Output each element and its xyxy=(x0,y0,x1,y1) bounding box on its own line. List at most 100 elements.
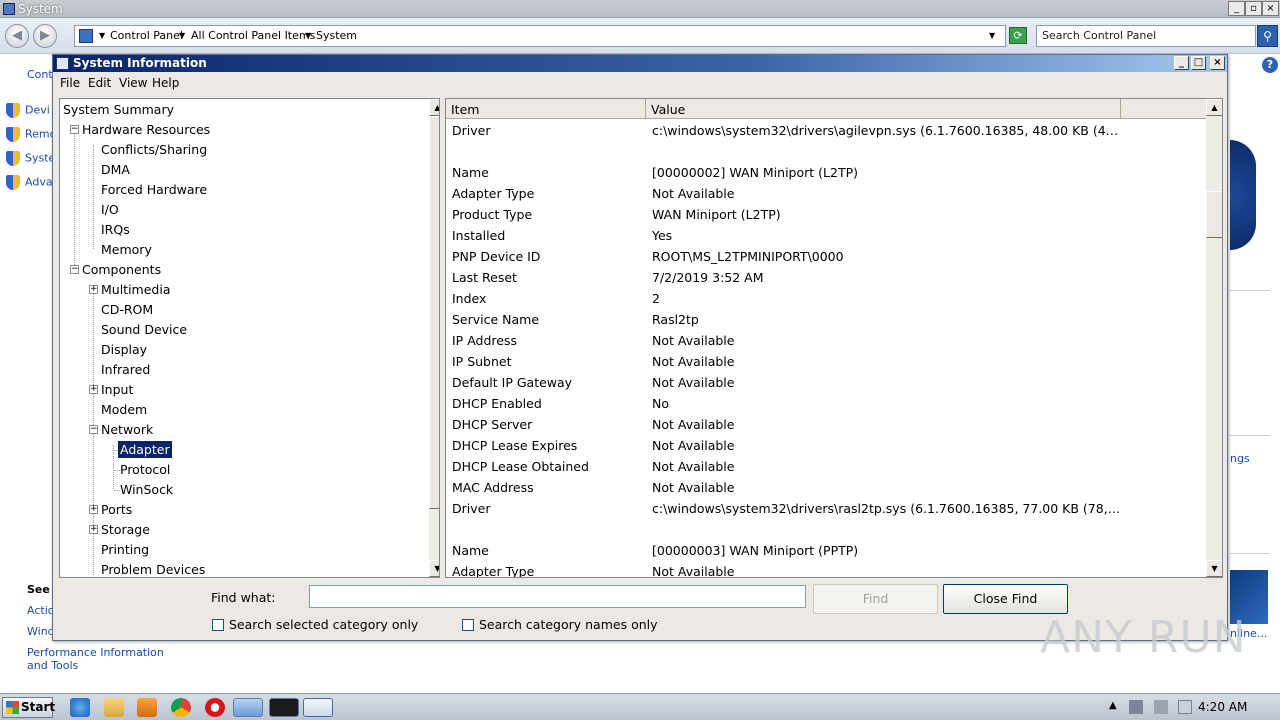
find-what-input[interactable] xyxy=(309,585,806,608)
scroll-thumb[interactable] xyxy=(429,116,439,509)
tree-item-winsock[interactable]: WinSock xyxy=(118,481,175,498)
list-row[interactable]: IP Subnet Not Available xyxy=(446,351,1206,372)
menu-edit[interactable]: Edit xyxy=(88,76,111,90)
tree-item-printing[interactable]: Printing xyxy=(99,541,151,558)
column-header-item[interactable]: Item xyxy=(446,99,646,119)
tree-item-sound-device[interactable]: Sound Device xyxy=(99,321,189,338)
history-dropdown-icon[interactable]: ▼ xyxy=(989,31,995,40)
list-row[interactable]: Name [00000002] WAN Miniport (L2TP) xyxy=(446,162,1206,183)
list-row[interactable]: MAC Address Not Available xyxy=(446,477,1206,498)
remote-icon[interactable] xyxy=(233,698,263,717)
tree-item-system-summary[interactable]: System Summary xyxy=(61,101,176,118)
address-bar[interactable]: ▼ Control Panel ▼ All Control Panel Item… xyxy=(74,25,1006,47)
dialog-maximize-button[interactable]: □ xyxy=(1191,56,1206,70)
tree-scrollbar[interactable]: ▲ ▼ xyxy=(429,99,439,577)
menu-view[interactable]: View xyxy=(119,76,147,90)
breadcrumb-system[interactable]: System xyxy=(316,29,357,42)
see-also-performance[interactable]: Performance Information and Tools xyxy=(27,646,177,672)
list-row[interactable]: DHCP Lease Obtained Not Available xyxy=(446,456,1206,477)
list-row[interactable]: PNP Device ID ROOT\MS_L2TPMINIPORT\0000 xyxy=(446,246,1206,267)
scroll-thumb[interactable] xyxy=(1206,191,1222,238)
list-row[interactable]: Product Type WAN Miniport (L2TP) xyxy=(446,204,1206,225)
opera-icon[interactable] xyxy=(205,698,225,717)
chevron-down-icon[interactable]: ▼ xyxy=(305,31,311,40)
ie-icon[interactable] xyxy=(70,698,90,717)
tree-item-memory[interactable]: Memory xyxy=(99,241,154,258)
dialog-minimize-button[interactable]: _ xyxy=(1174,56,1189,70)
tree-item-forced-hardware[interactable]: Forced Hardware xyxy=(99,181,209,198)
list-row[interactable] xyxy=(446,519,1206,540)
network-icon[interactable] xyxy=(1129,700,1143,714)
action-center-flag-icon[interactable] xyxy=(1178,700,1192,714)
menu-help[interactable]: Help xyxy=(152,76,179,90)
scroll-down-arrow[interactable]: ▼ xyxy=(1206,560,1222,577)
list-row[interactable]: DHCP Lease Expires Not Available xyxy=(446,435,1206,456)
expand-icon[interactable]: + xyxy=(89,285,98,294)
change-settings-link[interactable]: ngs xyxy=(1230,452,1250,465)
list-row[interactable]: IP Address Not Available xyxy=(446,330,1206,351)
list-row[interactable]: Driver c:\windows\system32\drivers\rasl2t… xyxy=(446,498,1206,519)
tree-item-io[interactable]: I/O xyxy=(99,201,121,218)
sysinfo-icon[interactable] xyxy=(303,698,333,717)
list-row[interactable]: Adapter Type Not Available xyxy=(446,561,1206,577)
tree-item-adapter[interactable]: Adapter xyxy=(118,441,172,458)
close-find-button[interactable]: Close Find xyxy=(943,584,1068,614)
tree-item-dma[interactable]: DMA xyxy=(99,161,132,178)
tree-item-storage[interactable]: Storage xyxy=(99,521,152,538)
menu-file[interactable]: File xyxy=(60,76,80,90)
media-player-icon[interactable] xyxy=(137,698,157,717)
help-icon[interactable]: ? xyxy=(1262,57,1278,73)
start-button[interactable]: Start xyxy=(2,697,55,718)
show-hidden-icons[interactable]: ▲ xyxy=(1109,700,1123,714)
tree-item-components[interactable]: Components xyxy=(80,261,163,278)
category-tree[interactable]: System Summary − Hardware Resources Conf… xyxy=(59,98,440,578)
list-row[interactable]: Last Reset 7/2/2019 3:52 AM xyxy=(446,267,1206,288)
breadcrumb-all-items[interactable]: All Control Panel Items xyxy=(191,29,315,42)
list-row[interactable]: Index 2 xyxy=(446,288,1206,309)
search-icon[interactable]: ⚲ xyxy=(1257,25,1278,47)
scroll-up-arrow[interactable]: ▲ xyxy=(1206,99,1222,116)
list-row[interactable]: Service Name Rasl2tp xyxy=(446,309,1206,330)
tree-item-conflicts-sharing[interactable]: Conflicts/Sharing xyxy=(99,141,209,158)
list-scrollbar[interactable]: ▲ ▼ xyxy=(1206,99,1222,577)
tree-item-hardware-resources[interactable]: Hardware Resources xyxy=(80,121,212,138)
expand-icon[interactable]: + xyxy=(89,525,98,534)
expand-icon[interactable]: + xyxy=(89,505,98,514)
collapse-icon[interactable]: − xyxy=(89,425,98,434)
close-button[interactable]: × xyxy=(1262,1,1279,16)
forward-button[interactable]: ▶ xyxy=(33,24,57,48)
column-header-value[interactable]: Value xyxy=(646,99,1121,119)
tree-item-problem-devices[interactable]: Problem Devices xyxy=(99,561,207,577)
list-row[interactable]: DHCP Server Not Available xyxy=(446,414,1206,435)
search-names-checkbox[interactable] xyxy=(462,619,474,631)
list-row[interactable]: Default IP Gateway Not Available xyxy=(446,372,1206,393)
explorer-icon[interactable] xyxy=(104,698,124,717)
volume-icon[interactable] xyxy=(1154,700,1168,714)
chrome-icon[interactable] xyxy=(171,698,191,717)
scroll-down-arrow[interactable]: ▼ xyxy=(429,560,439,577)
dialog-close-button[interactable]: × xyxy=(1210,56,1225,70)
tree-item-multimedia[interactable]: Multimedia xyxy=(99,281,173,298)
collapse-icon[interactable]: − xyxy=(70,125,79,134)
scroll-up-arrow[interactable]: ▲ xyxy=(429,99,439,116)
back-button[interactable]: ◀ xyxy=(5,24,29,48)
list-row[interactable]: Driver c:\windows\system32\drivers\agilev… xyxy=(446,120,1206,141)
maximize-button[interactable]: ▫ xyxy=(1245,1,1262,16)
tree-item-display[interactable]: Display xyxy=(99,341,149,358)
chevron-down-icon[interactable]: ▼ xyxy=(179,31,185,40)
search-input[interactable]: Search Control Panel xyxy=(1036,25,1256,47)
breadcrumb-control-panel[interactable]: Control Panel xyxy=(110,29,183,42)
clock[interactable]: 4:20 AM xyxy=(1198,700,1247,714)
list-row[interactable]: Installed Yes xyxy=(446,225,1206,246)
tree-item-irqs[interactable]: IRQs xyxy=(99,221,132,238)
tree-item-network[interactable]: Network xyxy=(99,421,155,438)
list-row[interactable]: Name [00000003] WAN Miniport (PPTP) xyxy=(446,540,1206,561)
search-selected-checkbox[interactable] xyxy=(212,619,224,631)
tree-item-input[interactable]: Input xyxy=(99,381,135,398)
tree-item-cd-rom[interactable]: CD-ROM xyxy=(99,301,155,318)
list-row[interactable]: DHCP Enabled No xyxy=(446,393,1206,414)
minimize-button[interactable]: _ xyxy=(1228,1,1245,16)
tree-item-modem[interactable]: Modem xyxy=(99,401,149,418)
tree-item-protocol[interactable]: Protocol xyxy=(118,461,172,478)
details-list[interactable]: Item Value Driver c:\windows\system32\dri… xyxy=(445,98,1223,578)
